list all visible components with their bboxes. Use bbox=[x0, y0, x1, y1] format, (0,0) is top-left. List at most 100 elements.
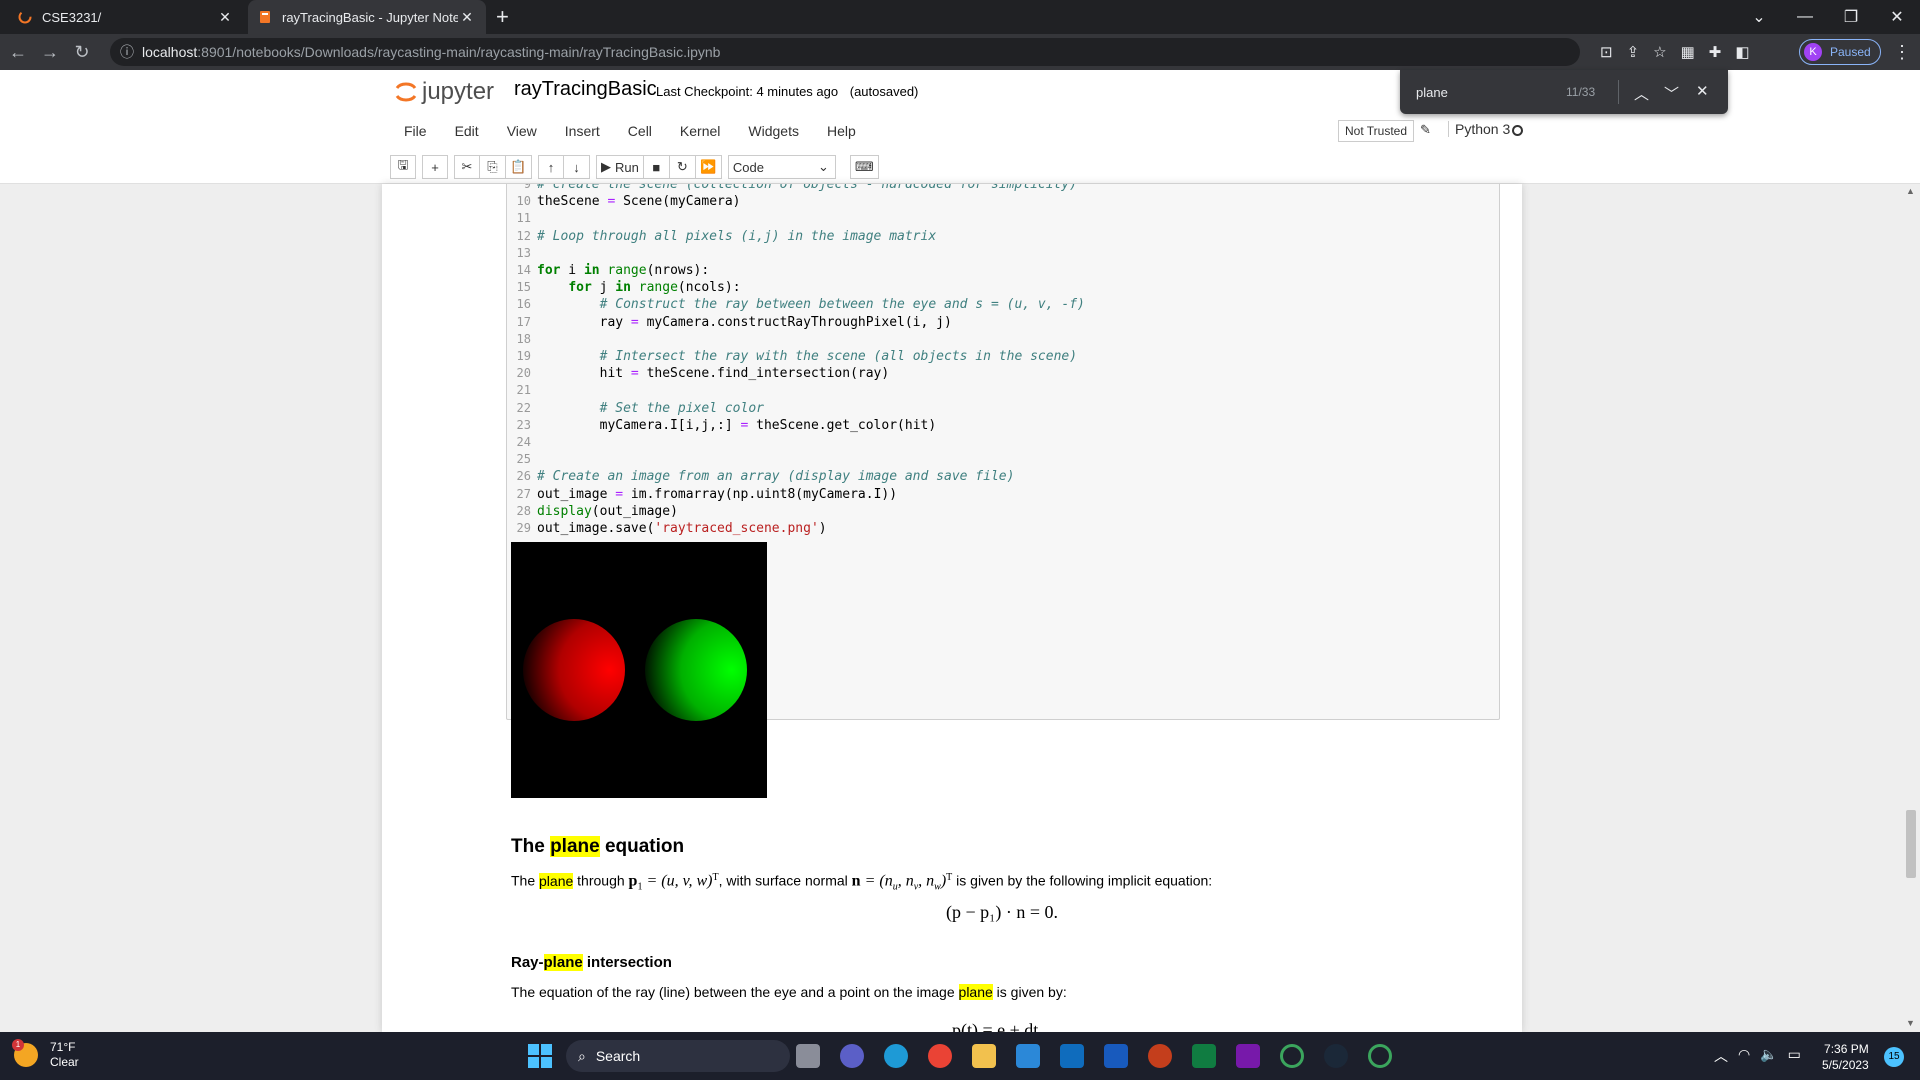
url-bar[interactable]: ⓘ localhost:8901/notebooks/Downloads/ray… bbox=[110, 38, 1580, 66]
code-line[interactable]: 26 # Create an image from an array (displ… bbox=[507, 469, 1015, 486]
profile-button[interactable]: K Paused bbox=[1799, 39, 1881, 65]
back-icon[interactable]: ← bbox=[4, 42, 32, 63]
code-line[interactable]: 18 bbox=[507, 332, 537, 349]
taskbar-search[interactable]: ⌕ Search bbox=[566, 1040, 790, 1072]
steam-icon[interactable] bbox=[1324, 1044, 1348, 1068]
paste-icon[interactable]: 📋 bbox=[506, 155, 532, 179]
code-line[interactable]: 11 bbox=[507, 211, 537, 228]
clock[interactable]: 7:36 PM 5/5/2023 bbox=[1822, 1041, 1869, 1073]
scroll-down-icon[interactable]: ▼ bbox=[1906, 1018, 1915, 1028]
code-line[interactable]: 27 out_image = im.fromarray(np.uint8(myCa… bbox=[507, 487, 898, 504]
find-previous-icon[interactable]: ︿ bbox=[1634, 83, 1649, 104]
chrome-icon[interactable] bbox=[928, 1044, 952, 1068]
cell-type-select[interactable]: Code ⌄ bbox=[727, 155, 836, 179]
code-line[interactable]: 15 for j in range(ncols): bbox=[507, 280, 741, 297]
menu-insert[interactable]: Insert bbox=[551, 123, 614, 139]
minimize-icon[interactable]: — bbox=[1782, 8, 1828, 26]
insert-cell-icon[interactable]: + bbox=[422, 155, 448, 179]
battery-icon[interactable]: ▭ bbox=[1788, 1046, 1801, 1066]
install-icon[interactable]: ⊡ bbox=[1600, 43, 1613, 61]
scrollbar-thumb[interactable] bbox=[1906, 810, 1916, 878]
code-line[interactable]: 21 bbox=[507, 383, 537, 400]
teams-icon[interactable] bbox=[840, 1044, 864, 1068]
find-next-icon[interactable]: ﹀ bbox=[1664, 83, 1679, 104]
task-view-icon[interactable] bbox=[796, 1044, 820, 1068]
weather-widget[interactable]: 1 71°F Clear bbox=[12, 1039, 79, 1070]
share-icon[interactable]: ⇪ bbox=[1627, 43, 1640, 61]
move-up-icon[interactable]: ↑ bbox=[538, 155, 564, 179]
code-line[interactable]: 16 # Construct the ray between between t… bbox=[507, 297, 1085, 314]
code-line[interactable]: 23 myCamera.I[i,j,:] = theScene.get_colo… bbox=[507, 418, 937, 435]
word-icon[interactable] bbox=[1104, 1044, 1128, 1068]
info-icon[interactable]: ⓘ bbox=[120, 42, 134, 62]
copy-icon[interactable]: ⎘ bbox=[480, 155, 506, 179]
run-button[interactable]: ▶ Run bbox=[596, 155, 644, 179]
restore-icon[interactable]: ❐ bbox=[1828, 7, 1874, 27]
store-icon[interactable] bbox=[1016, 1044, 1040, 1068]
loading-app-icon[interactable] bbox=[1280, 1044, 1304, 1068]
forward-icon[interactable]: → bbox=[36, 42, 64, 63]
code-line[interactable]: 25 bbox=[507, 452, 537, 469]
more-menu-icon[interactable]: ⋮ bbox=[1893, 42, 1911, 63]
tab-close-icon[interactable]: ✕ bbox=[458, 9, 476, 26]
scroll-up-icon[interactable]: ▲ bbox=[1906, 186, 1915, 196]
puzzle-icon[interactable]: ✚ bbox=[1709, 43, 1722, 61]
edge-icon[interactable] bbox=[884, 1044, 908, 1068]
onenote-icon[interactable] bbox=[1236, 1044, 1260, 1068]
interrupt-icon[interactable]: ■ bbox=[643, 155, 670, 179]
cut-icon[interactable]: ✂ bbox=[454, 155, 480, 179]
powerpoint-icon[interactable] bbox=[1148, 1044, 1172, 1068]
new-tab-icon[interactable]: + bbox=[496, 4, 509, 30]
wifi-icon[interactable]: ◠ bbox=[1738, 1046, 1750, 1066]
code-line[interactable]: 10 theScene = Scene(myCamera) bbox=[507, 194, 741, 211]
menu-view[interactable]: View bbox=[493, 123, 551, 139]
jupyter-logo[interactable]: jupyter bbox=[394, 78, 494, 106]
chevron-up-icon[interactable]: ︿ bbox=[1714, 1046, 1728, 1066]
chevron-down-icon: ⌄ bbox=[817, 159, 829, 174]
code-line[interactable]: 20 hit = theScene.find_intersection(ray) bbox=[507, 366, 890, 383]
menu-edit[interactable]: Edit bbox=[441, 123, 493, 139]
code-line[interactable]: 22 # Set the pixel color bbox=[507, 401, 764, 418]
menu-cell[interactable]: Cell bbox=[614, 123, 666, 139]
volume-icon[interactable]: 🔈 bbox=[1760, 1046, 1777, 1066]
bookmark-star-icon[interactable]: ☆ bbox=[1653, 43, 1666, 61]
code-line[interactable]: 19 # Intersect the ray with the scene (a… bbox=[507, 349, 1078, 366]
code-line[interactable]: 14 for i in range(nrows): bbox=[507, 263, 710, 280]
code-line[interactable]: 29 out_image.save('raytraced_scene.png') bbox=[507, 521, 827, 538]
trust-button[interactable]: Not Trusted bbox=[1338, 120, 1415, 142]
notification-badge[interactable]: 15 bbox=[1884, 1047, 1904, 1067]
menu-widgets[interactable]: Widgets bbox=[734, 123, 813, 139]
file-explorer-icon[interactable] bbox=[972, 1044, 996, 1068]
find-close-icon[interactable]: ✕ bbox=[1696, 82, 1709, 100]
tab-cse3231[interactable]: CSE3231/ ✕ bbox=[8, 0, 244, 34]
code-line[interactable]: 12 # Loop through all pixels (i,j) in the… bbox=[507, 229, 937, 246]
start-button[interactable] bbox=[528, 1044, 552, 1068]
mail-icon[interactable] bbox=[1060, 1044, 1084, 1068]
tab-close-icon[interactable]: ✕ bbox=[216, 9, 234, 26]
code-text: # Set the pixel color bbox=[599, 400, 764, 416]
reload-icon[interactable]: ↻ bbox=[68, 42, 96, 63]
extension-icon[interactable]: ▦ bbox=[1681, 43, 1695, 61]
code-line[interactable]: 13 bbox=[507, 246, 537, 263]
find-input[interactable]: plane bbox=[1416, 85, 1448, 100]
loading-app-icon[interactable] bbox=[1368, 1044, 1392, 1068]
edit-pencil-icon[interactable]: ✎ bbox=[1420, 122, 1431, 138]
save-icon[interactable]: 🖫 bbox=[390, 155, 416, 179]
code-line[interactable]: 9 # create the scene (collection of objec… bbox=[507, 184, 1077, 194]
move-down-icon[interactable]: ↓ bbox=[564, 155, 590, 179]
restart-run-all-icon[interactable]: ⏩ bbox=[695, 155, 722, 179]
tab-raytracing-notebook[interactable]: rayTracingBasic - Jupyter Notebo ✕ bbox=[248, 0, 486, 34]
notebook-name[interactable]: rayTracingBasic bbox=[514, 78, 657, 101]
keyboard-icon[interactable]: ⌨ bbox=[849, 155, 879, 179]
close-window-icon[interactable]: ✕ bbox=[1874, 7, 1920, 27]
menu-kernel[interactable]: Kernel bbox=[666, 123, 734, 139]
menu-file[interactable]: File bbox=[390, 123, 441, 139]
code-line[interactable]: 17 ray = myCamera.constructRayThroughPix… bbox=[507, 315, 952, 332]
code-line[interactable]: 28 display(out_image) bbox=[507, 504, 678, 521]
excel-icon[interactable] bbox=[1192, 1044, 1216, 1068]
tab-search-icon[interactable]: ⌄ bbox=[1736, 7, 1782, 27]
restart-icon[interactable]: ↻ bbox=[669, 155, 696, 179]
code-line[interactable]: 24 bbox=[507, 435, 537, 452]
menu-help[interactable]: Help bbox=[813, 123, 870, 139]
sidepanel-icon[interactable]: ◧ bbox=[1735, 43, 1749, 61]
